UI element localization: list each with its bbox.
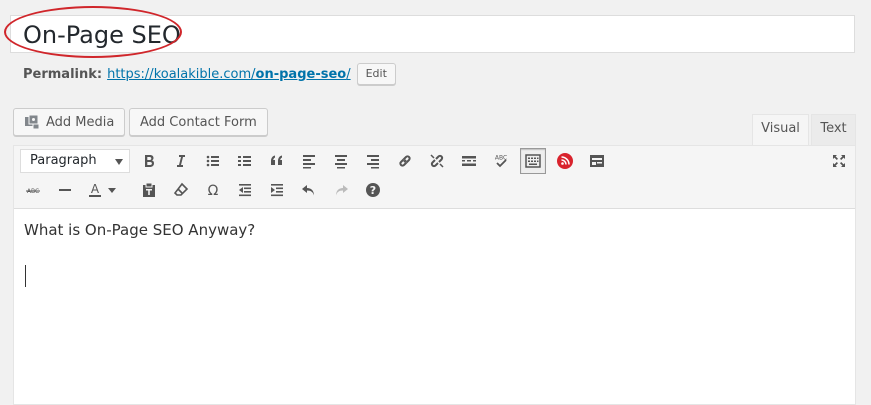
permalink-url[interactable]: https://koalakible.com/on-page-seo/	[107, 67, 351, 82]
media-icon	[24, 114, 40, 130]
add-media-label: Add Media	[46, 114, 115, 130]
bold-icon[interactable]	[136, 148, 162, 174]
chevron-down-icon	[115, 159, 123, 165]
special-character-icon[interactable]: Ω	[200, 177, 226, 203]
undo-icon[interactable]	[296, 177, 322, 203]
remove-link-icon[interactable]	[424, 148, 450, 174]
omega-glyph: Ω	[208, 183, 219, 198]
horizontal-line-icon[interactable]	[52, 177, 78, 203]
align-right-icon[interactable]	[360, 148, 386, 174]
insert-link-icon[interactable]	[392, 148, 418, 174]
post-title-input[interactable]: On-Page SEO	[23, 19, 181, 51]
read-more-icon[interactable]	[456, 148, 482, 174]
post-content-text[interactable]: What is On-Page SEO Anyway?	[24, 221, 255, 239]
plugin-rss-icon[interactable]	[552, 148, 578, 174]
toolbar-toggle-icon[interactable]	[520, 148, 546, 174]
numbered-list-icon[interactable]	[232, 148, 258, 174]
italic-icon[interactable]	[168, 148, 194, 174]
format-select-value: Paragraph	[30, 153, 97, 168]
text-color-glyph: A	[91, 182, 100, 196]
blockquote-icon[interactable]	[264, 148, 290, 174]
bulleted-list-icon[interactable]	[200, 148, 226, 174]
tab-visual[interactable]: Visual	[752, 114, 809, 145]
add-media-button[interactable]: Add Media	[13, 108, 126, 136]
strikethrough-icon[interactable]: ABC	[20, 177, 46, 203]
spellcheck-icon[interactable]: ABC	[488, 148, 514, 174]
format-select[interactable]: Paragraph	[20, 149, 130, 173]
paste-as-text-icon[interactable]	[136, 177, 162, 203]
permalink-edit-button[interactable]: Edit	[356, 63, 396, 85]
text-cursor	[25, 265, 26, 287]
permalink-slug[interactable]: on-page-seo	[256, 67, 347, 82]
fullscreen-icon[interactable]	[826, 148, 852, 174]
decrease-indent-icon[interactable]	[232, 177, 258, 203]
help-icon[interactable]: ?	[360, 177, 386, 203]
add-contact-form-label: Add Contact Form	[140, 114, 257, 130]
insert-form-icon[interactable]	[584, 148, 610, 174]
permalink-row: Permalink: https://koalakible.com/on-pag…	[23, 62, 396, 86]
editor-toolbar: Paragraph ABC A Ω ?	[14, 146, 855, 209]
redo-icon[interactable]	[328, 177, 354, 203]
help-glyph: ?	[370, 184, 376, 197]
text-color-icon[interactable]: A	[84, 177, 124, 203]
editor: Paragraph ABC A Ω ? What is On-Page SEO …	[13, 145, 856, 405]
tab-text[interactable]: Text	[811, 114, 856, 145]
align-center-icon[interactable]	[328, 148, 354, 174]
increase-indent-icon[interactable]	[264, 177, 290, 203]
add-contact-form-button[interactable]: Add Contact Form	[129, 108, 268, 136]
post-title-field[interactable]: On-Page SEO	[10, 15, 855, 53]
align-left-icon[interactable]	[296, 148, 322, 174]
clear-formatting-icon[interactable]	[168, 177, 194, 203]
permalink-label: Permalink:	[23, 66, 103, 82]
